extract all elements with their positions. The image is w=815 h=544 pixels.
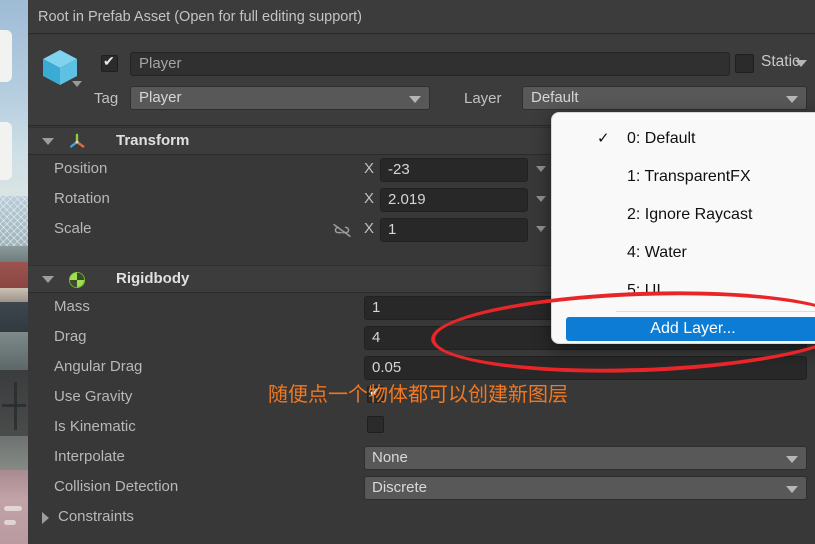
- interpolate-dropdown[interactable]: None: [364, 446, 807, 470]
- chevron-down-icon: [536, 226, 546, 232]
- property-label: Rotation: [54, 190, 110, 207]
- static-dropdown-icon[interactable]: [795, 60, 807, 67]
- gameobject-name-input[interactable]: Player: [130, 52, 730, 76]
- chevron-down-icon: [786, 486, 798, 493]
- property-label: Interpolate: [54, 448, 125, 465]
- menu-item-label: 1: TransparentFX: [627, 168, 751, 185]
- static-label: Static: [761, 53, 800, 70]
- prefab-root-text: Root in Prefab Asset (Open for full edit…: [38, 8, 363, 25]
- scene-step: [0, 436, 28, 470]
- scene-view-sliver[interactable]: [0, 0, 28, 544]
- property-label: Is Kinematic: [54, 418, 136, 435]
- layer-dropdown-menu: ✓ 0: Default 1: TransparentFX 2: Ignore …: [551, 112, 815, 344]
- menu-separator: [616, 311, 815, 312]
- property-label: Angular Drag: [54, 358, 143, 375]
- scene-fence: [0, 196, 28, 246]
- static-checkbox[interactable]: [735, 54, 754, 73]
- chevron-down-icon: [409, 96, 421, 103]
- property-row-collision-detection: Collision Detection Discrete: [28, 473, 815, 503]
- transform-gizmo-icon: [69, 133, 85, 148]
- property-label: Collision Detection: [54, 478, 179, 495]
- axis-label-x: X: [364, 220, 375, 237]
- component-title: Rigidbody: [116, 270, 190, 287]
- tag-dropdown[interactable]: Player: [130, 86, 430, 110]
- axis-label-x: X: [364, 160, 375, 177]
- inspector-panel: Root in Prefab Asset (Open for full edit…: [28, 0, 815, 544]
- angular-drag-input[interactable]: 0.05: [364, 356, 807, 380]
- scene-red-roof: [0, 262, 28, 288]
- menu-item-label: 2: Ignore Raycast: [627, 206, 753, 223]
- layer-label: Layer: [464, 90, 502, 107]
- scene-streak: [4, 520, 16, 525]
- prefab-dropdown-arrow[interactable]: [72, 81, 82, 87]
- tag-value: Player: [139, 89, 182, 106]
- scene-cloud: [0, 122, 12, 180]
- property-label: Constraints: [58, 508, 134, 525]
- is-kinematic-checkbox[interactable]: [367, 416, 384, 433]
- annotation-note-text: 随便点一个物体都可以创建新图层: [268, 384, 568, 406]
- property-row-interpolate: Interpolate None: [28, 443, 815, 473]
- menu-item-label: 0: Default: [627, 130, 696, 147]
- rigidbody-icon: [68, 271, 86, 289]
- property-label: Scale: [54, 220, 92, 237]
- scene-rail: [2, 404, 26, 407]
- unity-inspector-screenshot: Root in Prefab Asset (Open for full edit…: [0, 0, 815, 544]
- scene-building: [0, 288, 28, 302]
- tag-label: Tag: [94, 90, 119, 107]
- menu-item-layer[interactable]: 2: Ignore Raycast: [552, 196, 815, 234]
- interpolate-value: None: [372, 449, 408, 466]
- chevron-down-icon: [786, 456, 798, 463]
- foldout-arrow-icon[interactable]: [42, 512, 49, 524]
- scene-streak: [4, 506, 22, 511]
- menu-item-label: 4: Water: [627, 244, 687, 261]
- property-label: Drag: [54, 328, 87, 345]
- rotation-x-input[interactable]: 2.019: [380, 188, 528, 212]
- menu-item-layer[interactable]: 4: Water: [552, 234, 815, 272]
- scene-concrete: [0, 332, 28, 370]
- chevron-down-icon: [786, 96, 798, 103]
- foldout-arrow-icon[interactable]: [42, 138, 54, 145]
- collision-detection-value: Discrete: [372, 479, 428, 496]
- property-label: Mass: [54, 298, 90, 315]
- layer-value: Default: [531, 89, 579, 106]
- chevron-down-icon: [536, 196, 546, 202]
- component-title: Transform: [116, 132, 190, 149]
- prefab-root-bar[interactable]: Root in Prefab Asset (Open for full edit…: [28, 0, 815, 34]
- property-label: Position: [54, 160, 108, 177]
- scene-cloud: [0, 30, 12, 82]
- add-layer-button[interactable]: Add Layer...: [566, 317, 815, 341]
- menu-item-label: 5: UI: [627, 282, 661, 299]
- menu-item-layer[interactable]: 1: TransparentFX: [552, 158, 815, 196]
- menu-item-layer[interactable]: ✓ 0: Default: [552, 120, 815, 158]
- property-row-constraints[interactable]: Constraints: [28, 503, 815, 533]
- scale-x-input[interactable]: 1: [380, 218, 528, 242]
- layer-dropdown[interactable]: Default: [522, 86, 807, 110]
- property-row-is-kinematic: Is Kinematic: [28, 413, 815, 443]
- property-label: Use Gravity: [54, 388, 133, 405]
- scene-dark-roof: [0, 302, 28, 332]
- axis-label-x: X: [364, 190, 375, 207]
- constrain-proportions-off-icon[interactable]: [331, 222, 353, 238]
- gameobject-enabled-checkbox[interactable]: [101, 53, 118, 72]
- position-x-input[interactable]: -23: [380, 158, 528, 182]
- chevron-down-icon: [536, 166, 546, 172]
- foldout-arrow-icon[interactable]: [42, 276, 54, 283]
- scene-wall: [0, 246, 28, 262]
- check-icon: ✓: [597, 130, 610, 147]
- collision-detection-dropdown[interactable]: Discrete: [364, 476, 807, 500]
- menu-item-layer[interactable]: 5: UI: [552, 272, 815, 310]
